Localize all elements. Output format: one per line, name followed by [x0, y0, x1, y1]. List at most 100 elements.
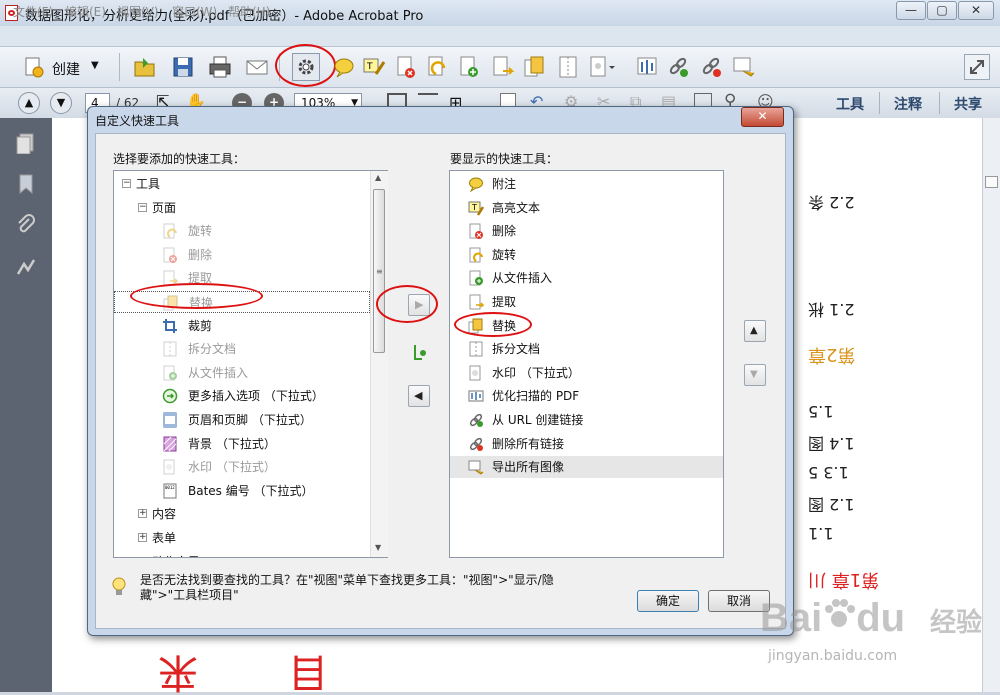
add-separator-icon[interactable]	[410, 343, 428, 361]
move-up-button[interactable]: ▲	[744, 320, 766, 342]
tree-item[interactable]: − 页面	[114, 197, 370, 219]
attachments-icon[interactable]	[15, 214, 37, 236]
tree-item[interactable]: 更多插入选项 （下拉式）	[114, 385, 370, 407]
menu-edit[interactable]: 编辑(E)	[65, 3, 106, 20]
crop-icon	[162, 318, 178, 334]
menu-view[interactable]: 视图(V)	[117, 3, 159, 20]
watermark-site: 经验	[930, 608, 983, 638]
rotate-page-icon[interactable]	[424, 54, 450, 80]
displayed-tool-label: 拆分文档	[492, 342, 541, 357]
scroll-down-arrow[interactable]: ▼	[375, 543, 381, 552]
tree-item[interactable]: + 内容	[114, 503, 370, 525]
bookmarks-icon[interactable]	[15, 173, 37, 195]
tree-item[interactable]: 裁剪	[114, 315, 370, 337]
watermark-dropdown-icon[interactable]	[588, 54, 615, 80]
watermark-brand: Bai	[760, 596, 823, 640]
displayed-tool-item[interactable]: 删除所有链接	[450, 433, 723, 455]
previous-page-button[interactable]: ▲	[18, 92, 40, 114]
minimize-button[interactable]: —	[896, 1, 926, 20]
displayed-tool-item[interactable]: 附注	[450, 173, 723, 195]
displayed-tools-list[interactable]: 附注 T 高亮文本 删除 旋转 从文件插入 提取 替换 拆分文档 水印 （下拉式） 优化扫描的 PD…	[449, 170, 724, 558]
collapse-icon[interactable]: −	[138, 202, 147, 212]
doc-text-line: 1.3 5	[808, 463, 849, 482]
split-document-icon	[162, 341, 178, 357]
tree-item[interactable]: + 表单	[114, 527, 370, 549]
tree-item-label: 拆分文档	[188, 342, 237, 357]
dialog-close-button[interactable]: ✕	[741, 107, 784, 127]
scroll-up-arrow[interactable]: ▲	[375, 173, 381, 182]
tree-scrollbar[interactable]: ▲ ≡ ▼	[370, 171, 388, 557]
displayed-tool-label: 提取	[492, 295, 517, 309]
delete-page-icon[interactable]	[393, 54, 419, 80]
displayed-tool-item[interactable]: 提取	[450, 291, 723, 313]
displayed-tool-item[interactable]: 从 URL 创建链接	[450, 409, 723, 431]
ok-button[interactable]: 确定	[637, 590, 699, 612]
displayed-tool-item[interactable]: 优化扫描的 PDF	[450, 385, 723, 407]
highlight-text-icon[interactable]: T	[360, 54, 386, 80]
sticky-note-icon[interactable]	[331, 54, 357, 80]
tree-item[interactable]: − 动作向导	[114, 551, 370, 557]
expand-view-button[interactable]	[964, 54, 990, 80]
scroll-thumb[interactable]	[985, 176, 998, 188]
menu-help[interactable]: 帮助(H)	[228, 3, 270, 20]
tree-item[interactable]: 删除	[114, 244, 370, 266]
tab-share[interactable]: 共享	[954, 94, 982, 114]
arrow-up-icon: ▲	[750, 325, 758, 336]
tree-item-label: Bates 编号 （下拉式）	[188, 483, 314, 498]
menu-window[interactable]: 窗口(W)	[172, 3, 217, 20]
split-document-icon[interactable]	[555, 54, 581, 80]
menu-file[interactable]: 文件(F)	[13, 3, 53, 20]
open-folder-icon[interactable]	[132, 54, 158, 80]
export-images-icon[interactable]	[731, 54, 757, 80]
tree-item[interactable]: − 工具	[114, 173, 370, 195]
email-icon[interactable]	[244, 54, 270, 80]
tree-item-label: 水印 （下拉式）	[188, 460, 276, 475]
tree-item[interactable]: 拆分文档	[114, 338, 370, 360]
insert-from-file-icon[interactable]	[456, 54, 482, 80]
displayed-tool-label: 删除	[492, 224, 517, 239]
signatures-icon[interactable]	[15, 256, 37, 278]
tab-tools[interactable]: 工具	[836, 94, 864, 114]
window-close-button[interactable]: ✕	[958, 1, 994, 20]
optimize-scan-icon	[468, 388, 484, 404]
collapse-icon[interactable]: −	[122, 179, 131, 188]
maximize-button[interactable]: ▢	[927, 1, 957, 20]
tree-item[interactable]: 旋转	[114, 220, 370, 242]
move-down-button[interactable]: ▼	[744, 364, 766, 386]
tree-item[interactable]: 水印 （下拉式）	[114, 456, 370, 478]
extract-page-icon[interactable]	[489, 54, 515, 80]
displayed-tool-item[interactable]: 拆分文档	[450, 338, 723, 360]
displayed-tool-item[interactable]: 导出所有图像	[450, 456, 723, 479]
tab-comment[interactable]: 注释	[894, 94, 922, 114]
tree-item-label: 旋转	[188, 224, 213, 239]
create-link-icon[interactable]	[665, 54, 691, 80]
remove-tool-button[interactable]: ◀	[408, 385, 430, 407]
create-dropdown-icon[interactable]: ▼	[91, 60, 99, 71]
displayed-tool-item[interactable]: 水印 （下拉式）	[450, 362, 723, 384]
rotate-page-icon	[468, 247, 484, 263]
remove-links-icon[interactable]	[698, 54, 724, 80]
displayed-tool-item[interactable]: T 高亮文本	[450, 197, 723, 219]
tree-item[interactable]: 页眉和页脚 （下拉式）	[114, 409, 370, 431]
scroll-thumb[interactable]: ≡	[373, 189, 385, 353]
arrow-down-icon: ▼	[750, 369, 758, 380]
expand-icon[interactable]: +	[138, 509, 147, 519]
save-icon[interactable]	[170, 54, 196, 80]
create-button[interactable]: 创建	[52, 59, 80, 79]
optimize-scan-icon[interactable]	[634, 54, 660, 80]
replace-page-icon[interactable]	[521, 54, 547, 80]
displayed-tool-item[interactable]: 删除	[450, 220, 723, 242]
page-thumbnails-icon[interactable]	[15, 132, 37, 155]
next-page-button[interactable]: ▼	[50, 92, 72, 114]
displayed-tool-item[interactable]: 旋转	[450, 244, 723, 266]
available-tools-tree[interactable]: − 工具 − 页面 旋转 删除 提取 替换 裁剪 拆分文档 从文件插入 更多插入选项 （下拉式） 页眉和…	[113, 170, 388, 558]
tree-item[interactable]: 从文件插入	[114, 362, 370, 384]
print-icon[interactable]	[207, 54, 233, 80]
tree-item-label: 从文件插入	[188, 365, 249, 380]
tree-item[interactable]: 背景 （下拉式）	[114, 433, 370, 455]
more-insert-icon	[162, 388, 178, 404]
tree-item[interactable]: 0012 Bates 编号 （下拉式）	[114, 480, 370, 502]
expand-icon[interactable]: +	[138, 533, 147, 542]
collapse-icon[interactable]: −	[138, 556, 147, 557]
displayed-tool-item[interactable]: 从文件插入	[450, 267, 723, 289]
